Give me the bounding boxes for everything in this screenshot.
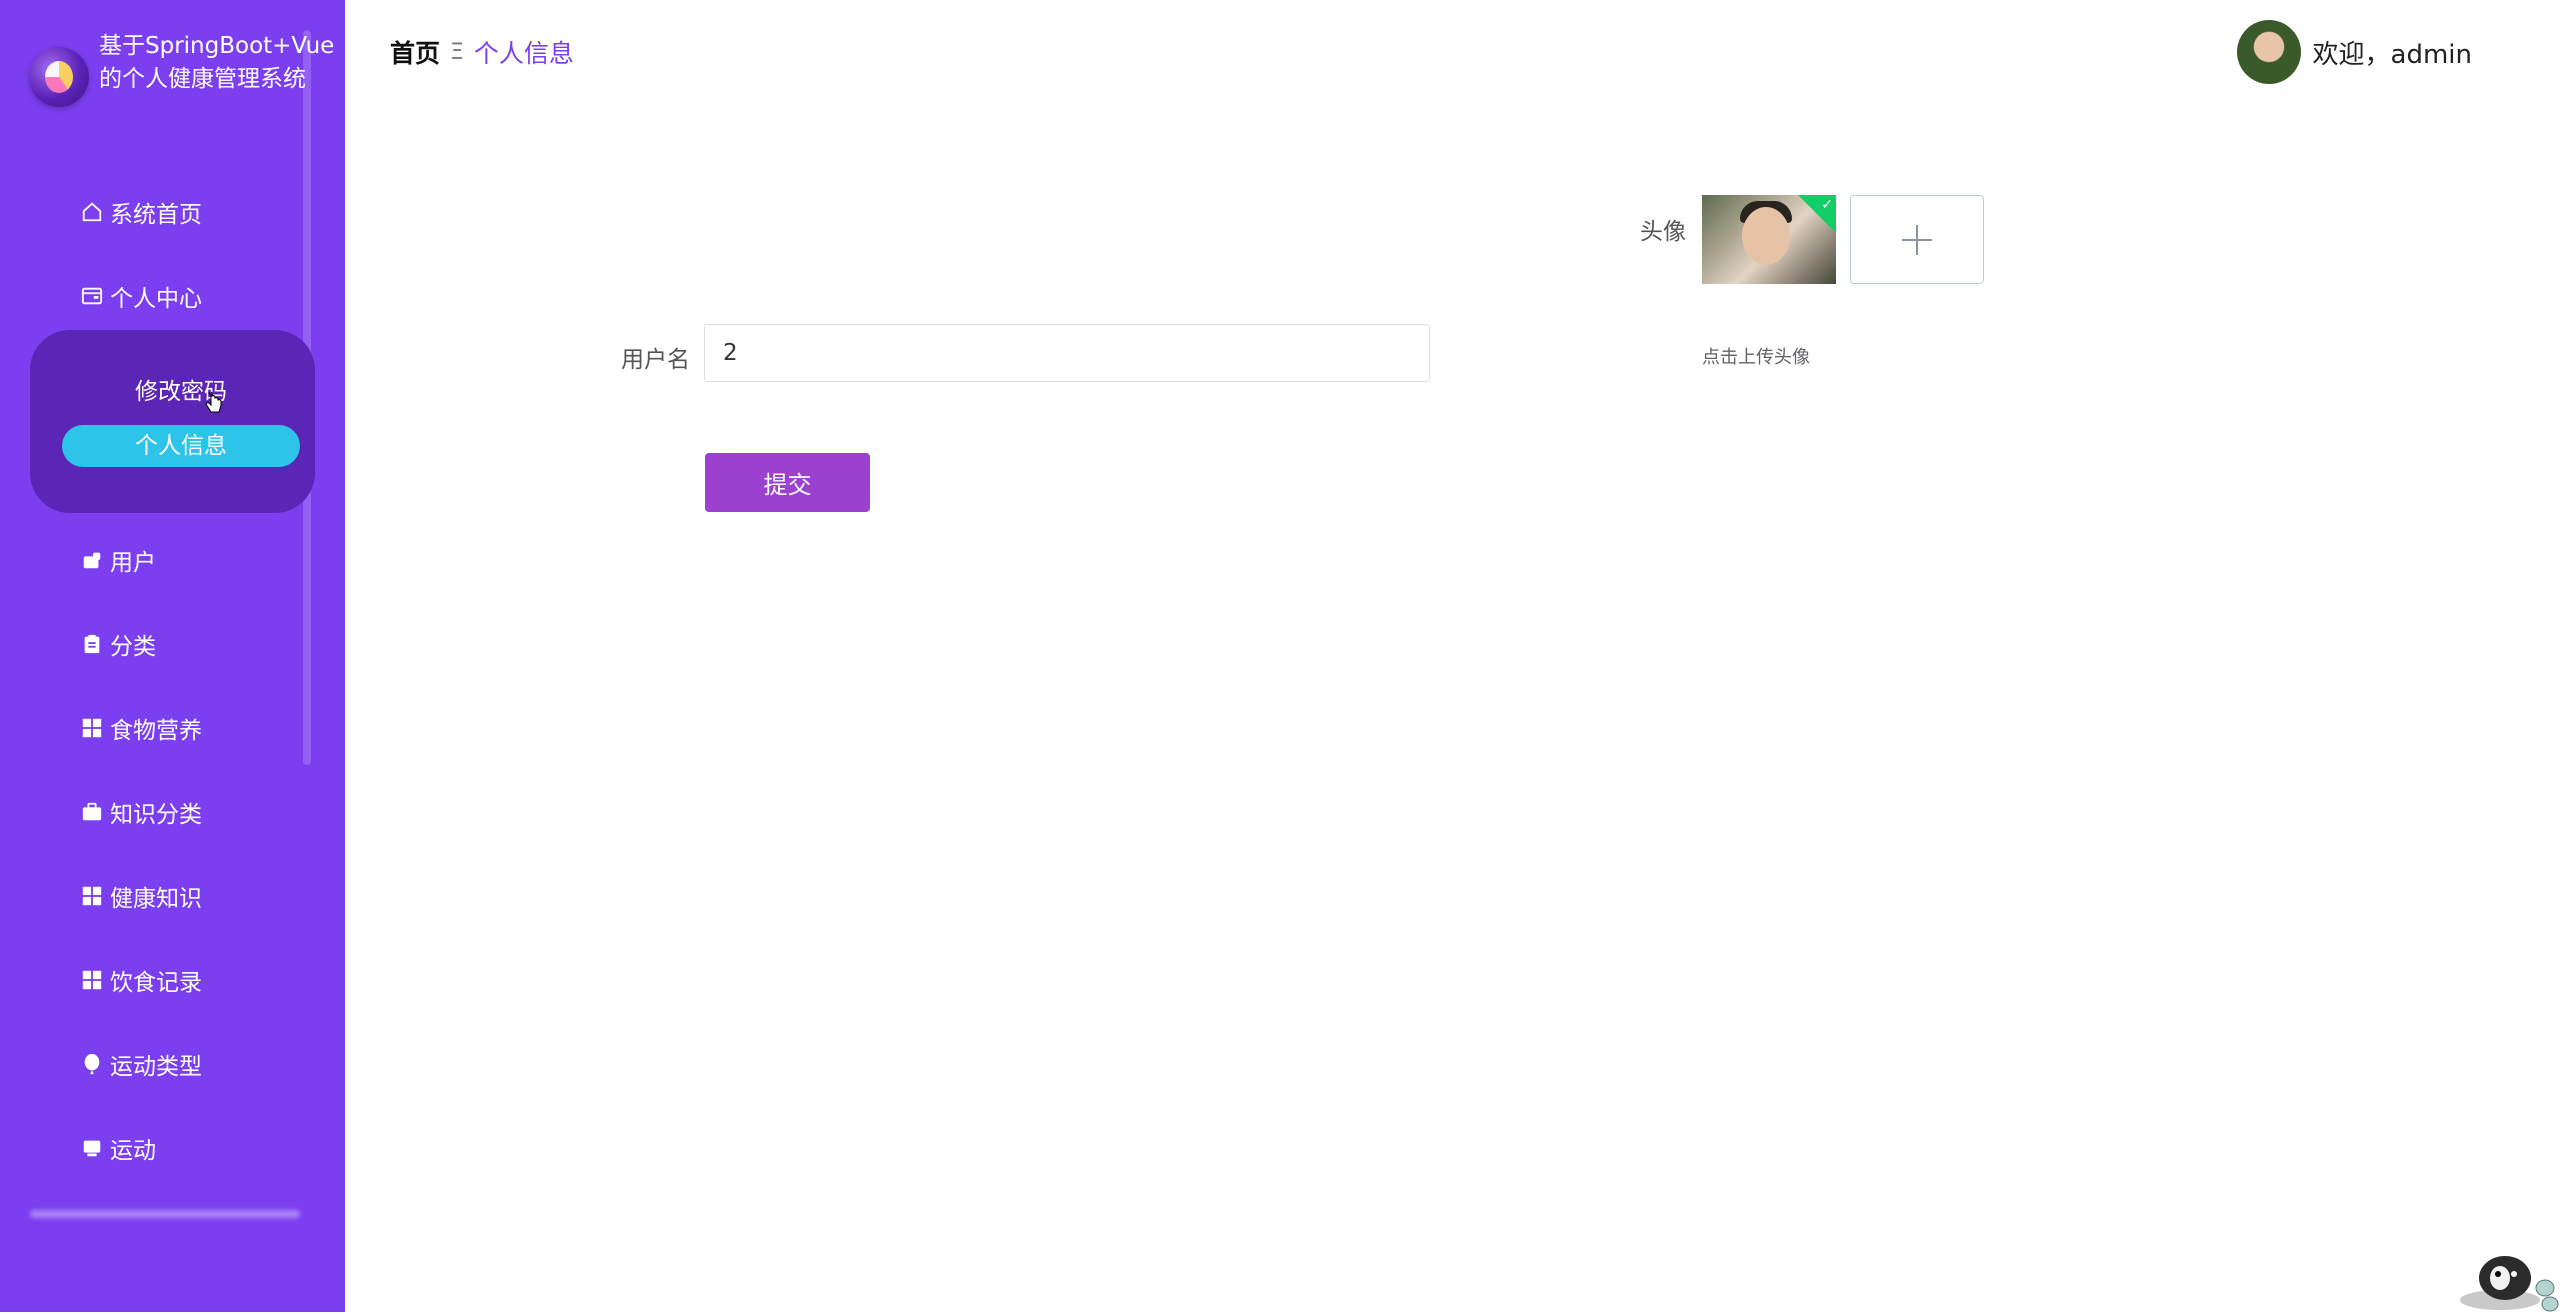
upload-avatar-button[interactable] xyxy=(1850,195,1984,284)
sidebar-item-home[interactable]: 系统首页 xyxy=(80,192,202,232)
sidebar-item-label: 运动 xyxy=(110,1138,156,1164)
avatar-preview-image[interactable]: ✓ xyxy=(1702,195,1836,284)
sidebar-item-label: 系统首页 xyxy=(110,202,202,228)
sidebar-item-category[interactable]: 分类 xyxy=(80,624,156,664)
sidebar-item-health-knowledge[interactable]: 健康知识 xyxy=(80,876,202,916)
user-area[interactable]: 欢迎，admin xyxy=(2236,20,2472,84)
sidebar-item-label: 健康知识 xyxy=(110,886,202,912)
brand: 基于SpringBoot+Vue的个人健康管理系统 xyxy=(29,30,334,140)
wallet-icon xyxy=(80,284,104,308)
sidebar-item-food-nutrition[interactable]: 食物营养 xyxy=(80,708,202,748)
briefcase-icon xyxy=(80,800,104,824)
sidebar-overflow-fade xyxy=(30,1210,300,1218)
breadcrumb-home[interactable]: 首页 xyxy=(390,34,440,70)
username-label: 用户名 xyxy=(621,347,690,373)
submenu-item-change-password[interactable]: 修改密码 xyxy=(62,371,300,413)
avatar-label: 头像 xyxy=(1640,219,1686,245)
breadcrumb-separator: Ξ xyxy=(450,39,464,65)
sidebar-item-label: 用户 xyxy=(110,550,156,576)
grid-icon xyxy=(80,968,104,992)
sidebar-item-knowledge-category[interactable]: 知识分类 xyxy=(80,792,202,832)
upload-hint: 点击上传头像 xyxy=(1702,347,1810,368)
sidebar-item-diet-record[interactable]: 饮食记录 xyxy=(80,960,202,1000)
grid-icon xyxy=(80,716,104,740)
sidebar-item-label: 分类 xyxy=(110,634,156,660)
balloon-icon xyxy=(80,1052,104,1076)
sidebar-item-label: 知识分类 xyxy=(110,802,202,828)
sidebar-item-label: 运动类型 xyxy=(110,1054,202,1080)
submenu-item-personal-info[interactable]: 个人信息 xyxy=(62,425,300,467)
clipboard-icon xyxy=(80,632,104,656)
sidebar-item-label: 食物营养 xyxy=(110,718,202,744)
sidebar-item-exercise[interactable]: 运动 xyxy=(80,1128,156,1168)
breadcrumb-current: 个人信息 xyxy=(473,39,574,68)
grid-icon xyxy=(80,884,104,908)
breadcrumb: 首页 Ξ 个人信息 xyxy=(390,34,574,70)
personal-center-submenu: 修改密码 个人信息 xyxy=(30,330,315,513)
sidebar-item-exercise-type[interactable]: 运动类型 xyxy=(80,1044,202,1084)
check-icon: ✓ xyxy=(1821,197,1833,213)
sidebar-item-user[interactable]: 用户 xyxy=(80,540,156,580)
sidebar-item-label: 饮食记录 xyxy=(110,970,202,996)
monitor-icon xyxy=(80,1136,104,1160)
plus-icon xyxy=(1902,224,1932,255)
user-card-icon xyxy=(80,548,104,572)
hand-cursor-icon xyxy=(205,391,223,416)
welcome-text: 欢迎，admin xyxy=(2312,39,2472,70)
mascot-image xyxy=(2450,1238,2560,1312)
home-icon xyxy=(80,200,104,224)
sidebar-item-personal-center[interactable]: 个人中心 xyxy=(80,276,202,316)
avatar[interactable] xyxy=(2236,20,2301,84)
logo xyxy=(29,47,89,107)
username-input[interactable] xyxy=(704,324,1430,382)
sidebar: 基于SpringBoot+Vue的个人健康管理系统 系统首页 个人中心 修改密码… xyxy=(0,0,345,1312)
submit-button[interactable]: 提交 xyxy=(705,453,870,512)
sidebar-item-label: 个人中心 xyxy=(110,286,202,312)
photo-face xyxy=(1742,207,1790,265)
